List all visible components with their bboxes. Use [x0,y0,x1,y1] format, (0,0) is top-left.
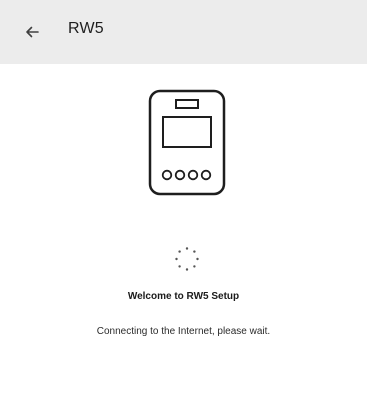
page-title: RW5 [68,20,104,37]
app-bar: RW5 [0,0,367,64]
device-icon [148,89,226,196]
connection-status-text: Connecting to the Internet, please wait. [96,326,271,337]
loading-spinner-icon [174,246,200,272]
setup-screen: RW5 Welcome to RW5 Setup Connecting to t… [0,0,367,418]
back-button[interactable] [14,16,50,48]
arrow-left-icon [24,24,40,40]
welcome-title: Welcome to RW5 Setup [127,291,240,302]
